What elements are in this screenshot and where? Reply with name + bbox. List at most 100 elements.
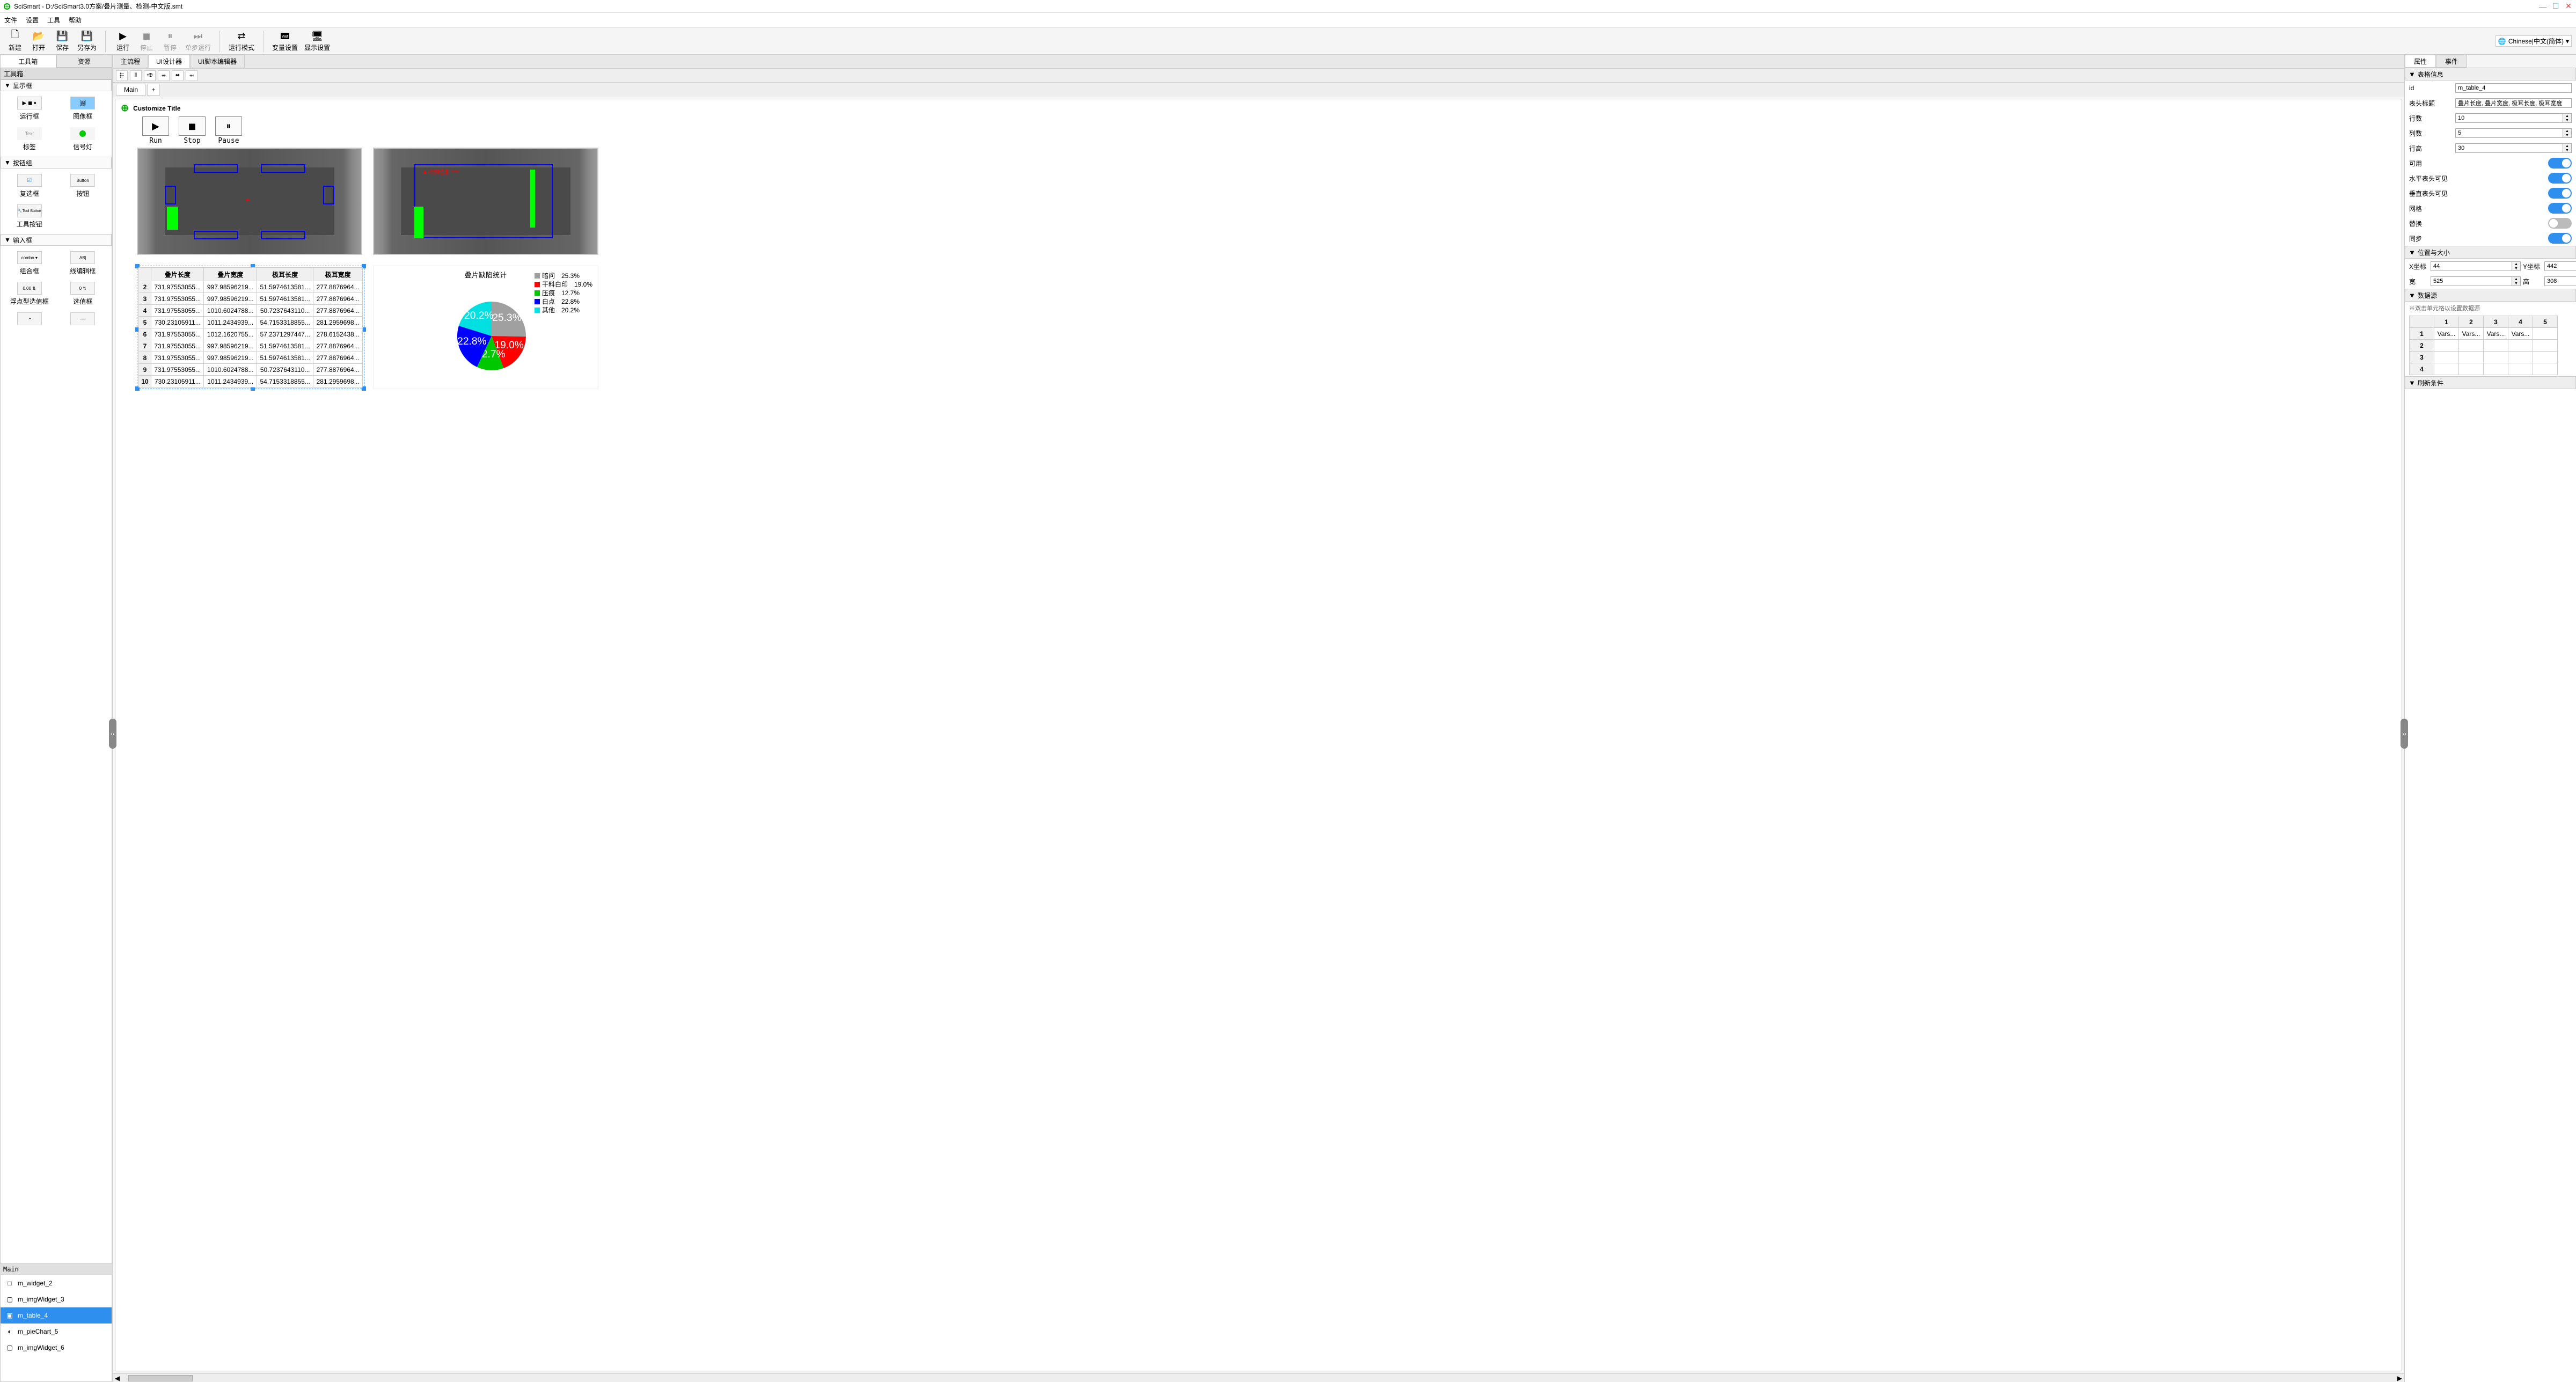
tool-extra1[interactable]: ◔ xyxy=(3,309,56,328)
section-position[interactable]: ▼ 位置与大小 xyxy=(2405,246,2576,259)
align-middle-icon[interactable]: ⬌ xyxy=(172,70,184,81)
tab-toolbox[interactable]: 工具箱 xyxy=(0,55,56,68)
toggle-sync[interactable] xyxy=(2548,233,2572,244)
separator xyxy=(105,31,106,52)
tree-item-m_pieChart_5[interactable]: ◐m_pieChart_5 xyxy=(1,1323,112,1340)
ui-pause-button[interactable]: ⏸Pause xyxy=(215,116,242,145)
tool-combo[interactable]: combo ▾组合框 xyxy=(3,248,56,279)
tree-item-m_imgWidget_3[interactable]: ▢m_imgWidget_3 xyxy=(1,1291,112,1307)
align-top-icon[interactable]: ⬵ xyxy=(158,70,170,81)
spin-cols[interactable]: ▲▼ xyxy=(2455,128,2572,138)
spin-rowh[interactable]: ▲▼ xyxy=(2455,143,2572,153)
left-panel: 工具箱 资源 工具箱 ▼ 显示框 ▶ ◼ ⏸运行框 🖼图像框 Text标签 信号… xyxy=(0,55,113,1382)
group-input[interactable]: ▼ 输入框 xyxy=(1,234,112,246)
dispset-button[interactable]: 🖥显示设置 xyxy=(302,29,332,54)
open-folder-icon: 📂 xyxy=(33,30,45,42)
run-button[interactable]: ▶运行 xyxy=(112,29,134,54)
slider-icon: — xyxy=(70,312,95,325)
align-right-icon[interactable]: ⬲ xyxy=(144,70,156,81)
tab-resource[interactable]: 资源 xyxy=(56,55,113,68)
image-widget-1[interactable]: + xyxy=(137,148,362,255)
menu-help[interactable]: 帮助 xyxy=(69,16,82,25)
label-h: 高 xyxy=(2523,277,2542,286)
right-collapse-handle[interactable]: ›› xyxy=(2401,719,2408,749)
spin-h[interactable]: ▲▼ xyxy=(2544,276,2576,286)
design-area[interactable]: ⊕Customize Title ▶Run ◼Stop ⏸Pause xyxy=(115,99,2402,1371)
toggle-hhdr[interactable] xyxy=(2548,173,2572,184)
section-refresh[interactable]: ▼ 刷新条件 xyxy=(2405,376,2576,389)
menu-settings[interactable]: 设置 xyxy=(26,16,39,25)
pause-button[interactable]: ⏸暂停 xyxy=(159,29,181,54)
tab-uidesigner[interactable]: UI设计器 xyxy=(148,55,190,68)
tool-checkbox[interactable]: ☑复选框 xyxy=(3,171,56,201)
toggle-enable[interactable] xyxy=(2548,158,2572,169)
table-widget-selected[interactable]: 叠片长度叠片宽度极耳长度极耳宽度2731.97553055...997.9859… xyxy=(137,266,364,389)
pause-icon: ⏸ xyxy=(215,116,242,136)
toggle-vhdr[interactable] xyxy=(2548,188,2572,199)
label-rowh: 行高 xyxy=(2409,144,2452,153)
varset-button[interactable]: var变量设置 xyxy=(270,29,300,54)
runmode-button[interactable]: ⇄运行模式 xyxy=(226,29,257,54)
menu-file[interactable]: 文件 xyxy=(4,16,17,25)
spin-w[interactable]: ▲▼ xyxy=(2431,276,2521,286)
step-button[interactable]: ⏭单步运行 xyxy=(183,29,213,54)
tool-imgframe[interactable]: 🖼图像框 xyxy=(56,93,110,124)
spin-x[interactable]: ▲▼ xyxy=(2431,261,2521,271)
data-table: 叠片长度叠片宽度极耳长度极耳宽度2731.97553055...997.9859… xyxy=(138,267,363,387)
tree-item-m_table_4[interactable]: ▣m_table_4 xyxy=(1,1307,112,1323)
spin-rows[interactable]: ▲▼ xyxy=(2455,113,2572,123)
maximize-icon[interactable]: ☐ xyxy=(2551,2,2560,11)
tool-button[interactable]: Button按钮 xyxy=(56,171,110,201)
tree-item-m_widget_2[interactable]: □m_widget_2 xyxy=(1,1275,112,1291)
page-tab-main[interactable]: Main xyxy=(116,84,146,96)
stop-button[interactable]: ◼停止 xyxy=(136,29,157,54)
variable-icon: var xyxy=(281,30,290,42)
left-collapse-handle[interactable]: ‹‹ xyxy=(109,719,116,749)
new-button[interactable]: 🗋新建 xyxy=(4,29,26,54)
toggle-alt[interactable] xyxy=(2548,218,2572,229)
section-tableinfo[interactable]: ▼ 表格信息 xyxy=(2405,68,2576,81)
toggle-grid[interactable] xyxy=(2548,203,2572,214)
pause-icon: ⏸ xyxy=(168,30,173,42)
ui-stop-button[interactable]: ◼Stop xyxy=(179,116,206,145)
tab-uiscript[interactable]: UI脚本编辑器 xyxy=(190,55,245,68)
tool-extra2[interactable]: — xyxy=(56,309,110,328)
step-icon: ⏭ xyxy=(194,30,202,42)
label-x: X坐标 xyxy=(2409,262,2428,271)
display-icon: 🖥 xyxy=(311,30,324,42)
tab-properties[interactable]: 属性 xyxy=(2405,55,2436,68)
tool-spin[interactable]: 0 ⇅选值框 xyxy=(56,279,110,309)
tab-events[interactable]: 事件 xyxy=(2436,55,2467,68)
input-header[interactable] xyxy=(2455,98,2572,108)
align-center-icon[interactable]: ⫴ xyxy=(130,70,142,81)
align-bottom-icon[interactable]: ⬶ xyxy=(186,70,197,81)
saveas-button[interactable]: 💾另存为 xyxy=(75,29,99,54)
add-page-button[interactable]: + xyxy=(147,84,160,96)
tool-label[interactable]: Text标签 xyxy=(3,124,56,155)
ui-run-button[interactable]: ▶Run xyxy=(142,116,169,145)
tool-lineedit[interactable]: AB|线编辑框 xyxy=(56,248,110,279)
tool-runframe[interactable]: ▶ ◼ ⏸运行框 xyxy=(3,93,56,124)
group-display[interactable]: ▼ 显示框 xyxy=(1,79,112,91)
tree-item-m_imgWidget_6[interactable]: ▢m_imgWidget_6 xyxy=(1,1340,112,1356)
pie-chart-widget[interactable]: 叠片缺陷统计 暗问25.3%干料白印19.0%压痕12.7%白点22.8%其他2… xyxy=(373,266,598,389)
tool-floatspin[interactable]: 0.00 ⇅浮点型选值框 xyxy=(3,279,56,309)
horizontal-scrollbar[interactable]: ◀▶ xyxy=(113,1373,2404,1382)
label-rows: 行数 xyxy=(2409,114,2452,123)
minimize-icon[interactable]: — xyxy=(2538,2,2547,11)
tab-mainflow[interactable]: 主流程 xyxy=(113,55,148,68)
image-widget-2[interactable]: ■ 检测结果 **** xyxy=(373,148,598,255)
close-icon[interactable]: ✕ xyxy=(2564,2,2573,11)
group-button[interactable]: ▼ 按钮组 xyxy=(1,157,112,169)
open-button[interactable]: 📂打开 xyxy=(28,29,49,54)
align-left-icon[interactable]: ⬱ xyxy=(116,70,128,81)
language-selector[interactable]: 🌐 Chinese|中文(简体) ▾ xyxy=(2496,35,2572,47)
menu-tools[interactable]: 工具 xyxy=(47,16,60,25)
input-id[interactable] xyxy=(2455,83,2572,93)
section-datasource[interactable]: ▼ 数据源 xyxy=(2405,289,2576,302)
tool-toolbtn[interactable]: 🔧Tool Button工具按钮 xyxy=(3,201,56,232)
spin-y[interactable]: ▲▼ xyxy=(2544,261,2576,271)
tool-signal[interactable]: 信号灯 xyxy=(56,124,110,155)
datasource-table[interactable]: 12345 1Vars...Vars...Vars...Vars... 2 3 … xyxy=(2409,316,2558,375)
save-button[interactable]: 💾保存 xyxy=(52,29,73,54)
